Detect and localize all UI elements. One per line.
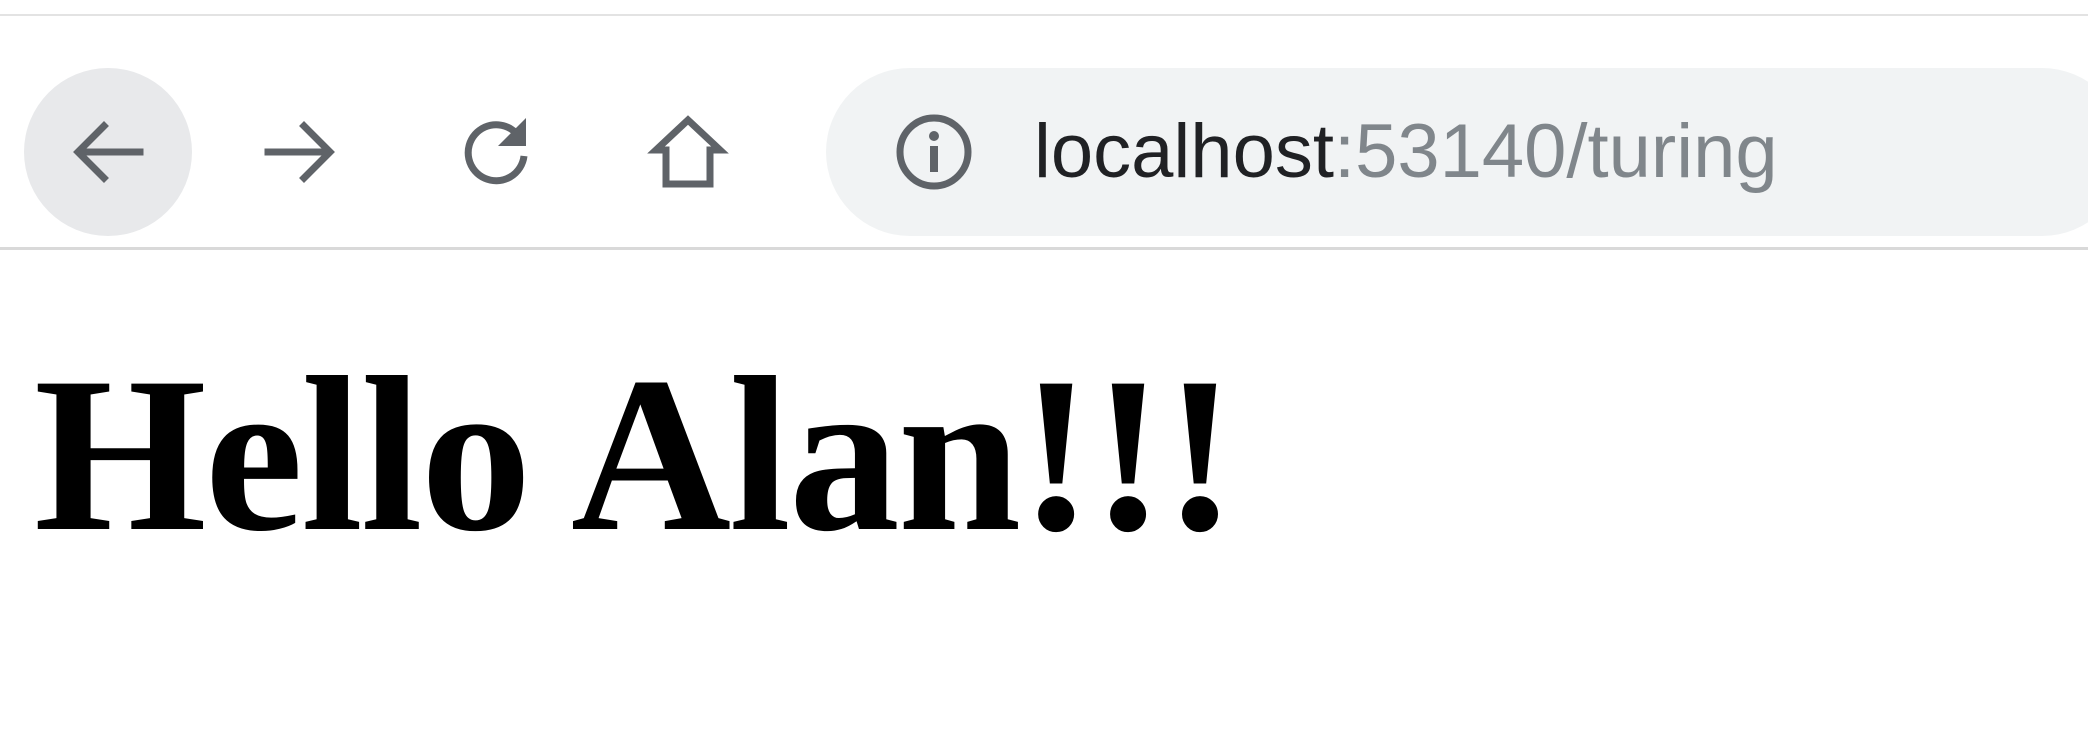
address-bar[interactable]: localhost:53140/turing (826, 68, 2088, 236)
url-text[interactable]: localhost:53140/turing (1034, 68, 1778, 236)
forward-button[interactable] (216, 68, 384, 236)
url-host: localhost (1034, 109, 1334, 194)
page-heading: Hello Alan!!! (34, 332, 1237, 578)
info-icon[interactable] (892, 110, 976, 194)
arrow-right-icon (258, 110, 342, 194)
home-icon (646, 110, 730, 194)
arrow-left-icon (66, 110, 150, 194)
reload-button[interactable] (412, 68, 580, 236)
page-content: Hello Alan!!! (0, 250, 2088, 736)
home-button[interactable] (604, 68, 772, 236)
tab-strip-edge (0, 0, 2088, 16)
back-button[interactable] (24, 68, 192, 236)
url-path: :53140/turing (1333, 109, 1778, 194)
browser-toolbar: localhost:53140/turing (0, 16, 2088, 250)
reload-icon (454, 110, 538, 194)
browser-window: localhost:53140/turing Hello Alan!!! (0, 0, 2088, 736)
